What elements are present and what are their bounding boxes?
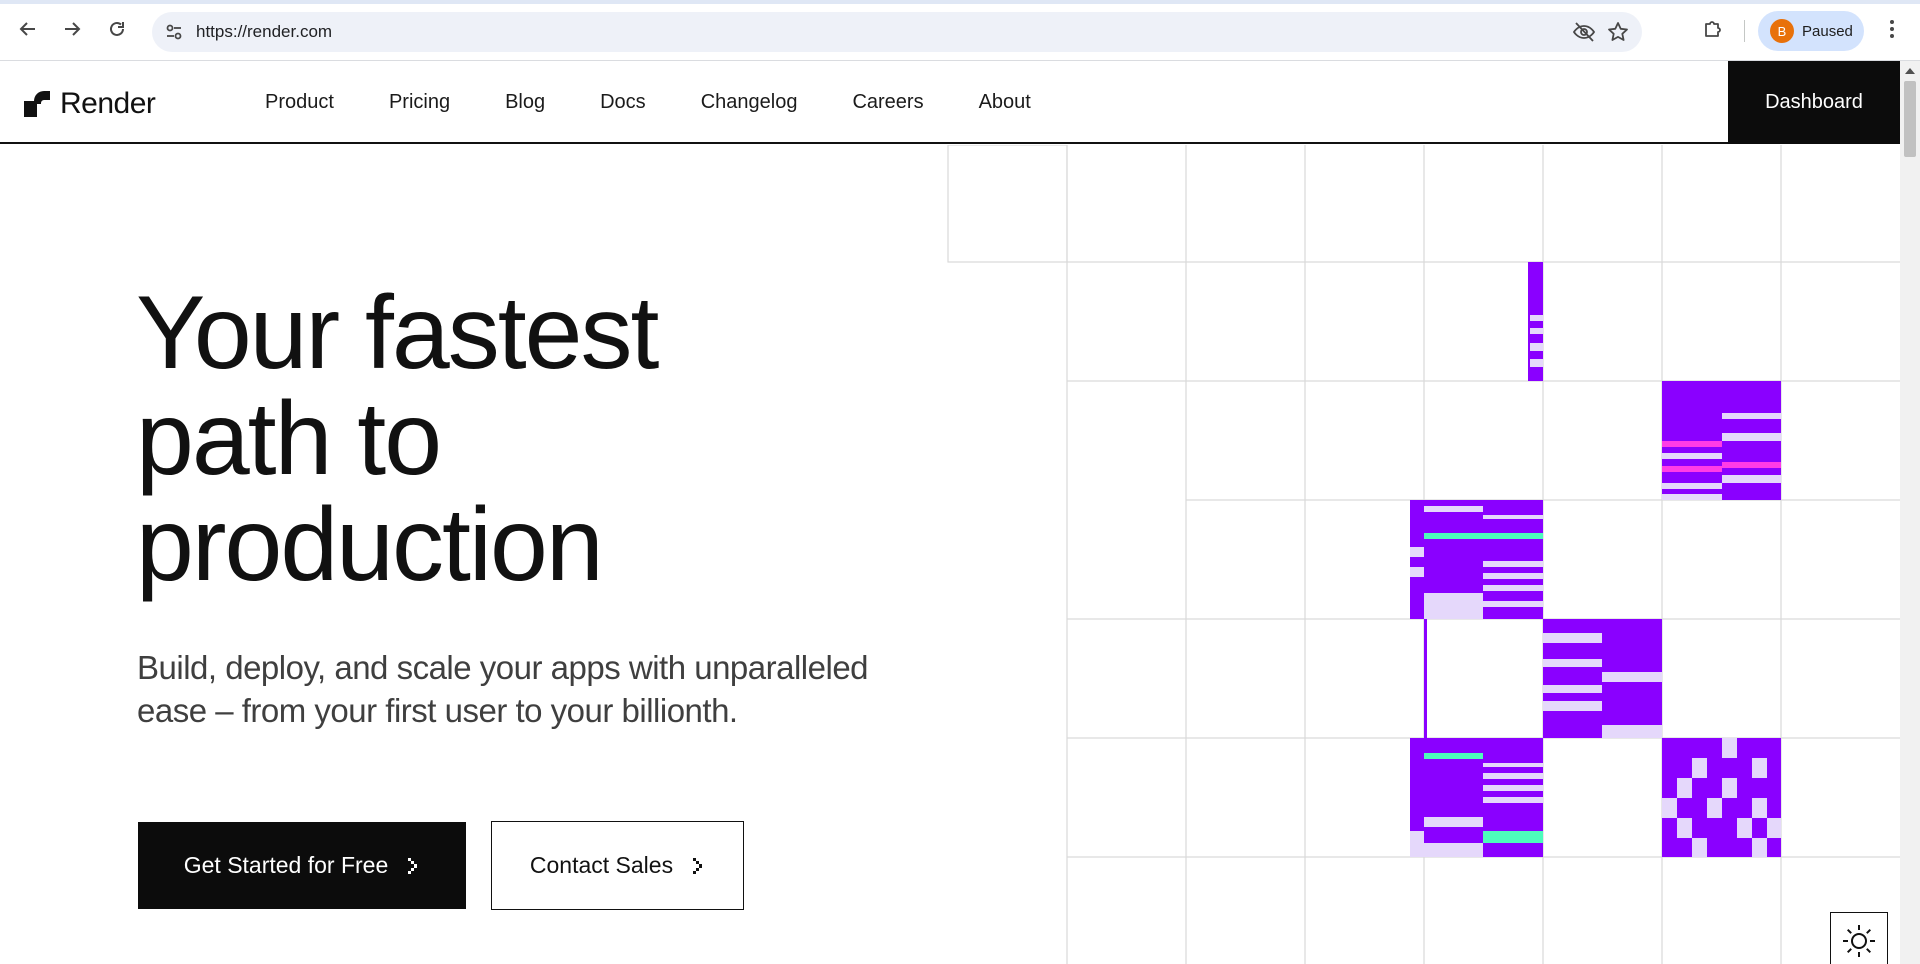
logo-text: Render [60,87,156,120]
nav-about[interactable]: About [979,91,1031,114]
contact-sales-label: Contact Sales [529,852,674,878]
kebab-menu-icon [1890,20,1894,38]
hero-title-line: path to [136,381,442,497]
avatar: B [1770,19,1794,43]
pixel-block [1410,500,1543,619]
arrow-left-icon [19,22,35,36]
hero-subtitle-line: Build, deploy, and scale your apps with … [137,649,869,686]
hero-grid-illustration [947,145,1900,964]
hero-subtitle: Build, deploy, and scale your apps with … [137,646,917,732]
render-logo[interactable]: Render [24,87,156,121]
back-button[interactable] [13,14,43,44]
page-scrollbar[interactable] [1900,61,1920,964]
browser-toolbar: https://render.com B Paused [0,0,1920,61]
forward-button[interactable] [57,14,87,44]
chevron-right-icon [408,857,418,874]
pixel-block [1410,738,1543,857]
puzzle-icon [1705,21,1721,37]
browser-menu-button[interactable] [1877,14,1907,44]
nav-careers[interactable]: Careers [852,91,923,114]
star-icon[interactable] [1606,20,1630,44]
nav-changelog[interactable]: Changelog [701,91,798,114]
nav-docs[interactable]: Docs [600,91,646,114]
profile-status: Paused [1802,22,1853,40]
hero-title-line: production [136,487,604,603]
main-nav: Product Pricing Blog Docs Changelog Care… [265,61,1086,144]
get-started-button[interactable]: Get Started for Free [138,822,466,909]
hero-title: Your fastest path to production [136,280,896,598]
scrollbar-thumb[interactable] [1904,81,1916,157]
dashboard-button[interactable]: Dashboard [1728,61,1900,144]
reload-button[interactable] [102,14,132,44]
chevron-right-icon [693,857,703,874]
site-info-button[interactable] [162,20,186,44]
pixel-block [1528,262,1543,381]
toolbar-separator [1744,20,1745,42]
nav-blog[interactable]: Blog [505,91,545,114]
contact-sales-button[interactable]: Contact Sales [491,821,744,910]
nav-pricing[interactable]: Pricing [389,91,450,114]
scroll-up-icon[interactable] [1905,68,1915,74]
arrow-right-icon [65,22,81,36]
nav-product[interactable]: Product [265,91,334,114]
tab-strip-edge [0,0,1920,4]
pixel-block [1424,619,1662,738]
get-started-label: Get Started for Free [183,852,389,878]
extensions-button[interactable] [1698,14,1728,44]
tune-icon [166,24,182,40]
pixel-block [1662,738,1781,857]
hero-title-line: Your fastest [136,275,659,391]
site-header: Render Product Pricing Blog Docs Changel… [0,61,1900,144]
sun-icon [1843,925,1875,957]
address-bar[interactable]: https://render.com [152,12,1642,52]
url-text[interactable]: https://render.com [196,12,332,52]
eye-off-icon[interactable] [1572,20,1596,44]
profile-button[interactable]: B Paused [1758,11,1864,51]
hero-subtitle-line: ease – from your first user to your bill… [137,692,738,729]
reload-icon [110,21,124,36]
pixel-block [1662,381,1781,500]
theme-toggle-button[interactable] [1830,912,1888,964]
render-logo-icon [24,91,50,117]
